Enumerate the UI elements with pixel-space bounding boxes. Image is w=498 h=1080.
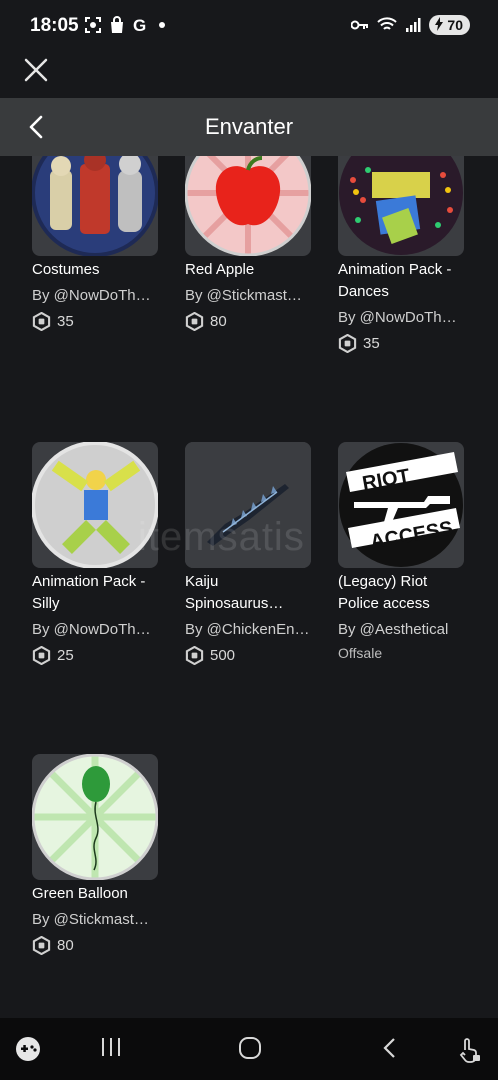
page-title: Envanter bbox=[204, 114, 294, 139]
item-name: Animation Pack - Dances bbox=[338, 261, 452, 300]
robux-icon bbox=[32, 312, 51, 331]
costumes-image bbox=[32, 156, 158, 256]
item-thumbnail bbox=[32, 754, 158, 880]
item-creator[interactable]: By @Aesthetical bbox=[338, 619, 478, 641]
robux-icon bbox=[32, 936, 51, 955]
item-creator[interactable]: By @ChickenEn… bbox=[185, 619, 325, 641]
robux-icon bbox=[185, 312, 204, 331]
offsale-label: Offsale bbox=[338, 645, 383, 661]
item-price: 35 bbox=[363, 335, 380, 352]
item-name: Kaiju Spinosaurus… bbox=[185, 573, 284, 612]
item-price: 35 bbox=[57, 313, 74, 330]
inventory-grid: Costumes By @NowDoTh… 35 Red Apple By @S… bbox=[0, 156, 498, 1016]
item-creator[interactable]: By @Stickmast… bbox=[185, 285, 325, 307]
recent-apps-icon bbox=[102, 1038, 120, 1056]
svg-text:G: G bbox=[133, 16, 146, 34]
dances-image bbox=[339, 156, 463, 255]
item-name: Green Balloon bbox=[32, 885, 128, 902]
item-price: 500 bbox=[210, 647, 236, 664]
inventory-item[interactable]: RIOT ACCESS (Legacy) Riot Police access … bbox=[338, 442, 478, 661]
battery-indicator: 70 bbox=[429, 15, 470, 35]
screenshot-icon bbox=[85, 17, 101, 33]
green-balloon-image bbox=[32, 754, 158, 880]
item-price: 80 bbox=[210, 313, 227, 330]
signal-icon bbox=[406, 18, 421, 32]
google-icon: G bbox=[133, 16, 146, 34]
nav-back-button[interactable] bbox=[380, 1036, 400, 1065]
robux-icon bbox=[185, 646, 204, 665]
gamepad-icon bbox=[16, 1037, 40, 1061]
notification-icons: G bbox=[84, 16, 167, 34]
system-nav-bar bbox=[0, 1018, 498, 1080]
dot-icon bbox=[159, 22, 165, 28]
item-name: Red Apple bbox=[185, 261, 255, 278]
accessibility-button[interactable] bbox=[456, 1036, 482, 1069]
item-thumbnail: RIOT ACCESS bbox=[338, 442, 464, 568]
status-bar: 18:05 G 70 bbox=[0, 0, 498, 52]
robux-icon bbox=[338, 334, 357, 353]
item-creator[interactable]: By @NowDoTh… bbox=[32, 285, 172, 307]
inventory-item[interactable]: Red Apple By @Stickmast… 80 bbox=[185, 156, 325, 331]
price-row: 500 bbox=[185, 646, 325, 665]
item-price: 80 bbox=[57, 937, 74, 954]
watermark: itemsatis bbox=[138, 515, 305, 559]
game-launcher-button[interactable] bbox=[14, 1036, 42, 1067]
item-name: Animation Pack - Silly bbox=[32, 573, 146, 612]
home-button[interactable] bbox=[238, 1036, 262, 1065]
item-name: (Legacy) Riot Police access bbox=[338, 573, 430, 612]
item-price: 25 bbox=[57, 647, 74, 664]
price-row: 80 bbox=[185, 312, 325, 331]
charging-icon bbox=[435, 17, 444, 31]
key-icon bbox=[351, 20, 369, 30]
back-icon bbox=[383, 1038, 395, 1058]
item-thumbnail bbox=[338, 156, 464, 256]
item-creator[interactable]: By @NowDoTh… bbox=[338, 307, 478, 329]
close-icon bbox=[24, 58, 48, 82]
item-creator[interactable]: By @NowDoTh… bbox=[32, 619, 172, 641]
recent-apps-button[interactable] bbox=[100, 1036, 122, 1063]
price-row: 25 bbox=[32, 646, 172, 665]
wifi-icon bbox=[377, 17, 398, 30]
battery-level: 70 bbox=[447, 17, 463, 33]
status-time: 18:05 bbox=[30, 15, 79, 36]
riot-access-image: RIOT ACCESS bbox=[339, 443, 463, 567]
home-icon bbox=[239, 1037, 261, 1059]
red-apple-image bbox=[185, 156, 311, 256]
header-bar: Envanter bbox=[0, 98, 498, 156]
close-button[interactable] bbox=[22, 56, 50, 84]
inventory-item[interactable]: Animation Pack - Dances By @NowDoTh… 35 bbox=[338, 156, 478, 353]
accessibility-icon bbox=[459, 1038, 480, 1063]
shopping-bag-icon bbox=[111, 16, 123, 33]
inventory-item[interactable]: Green Balloon By @Stickmast… 80 bbox=[32, 754, 172, 955]
inventory-item[interactable]: Costumes By @NowDoTh… 35 bbox=[32, 156, 172, 331]
item-thumbnail bbox=[185, 156, 311, 256]
item-creator[interactable]: By @Stickmast… bbox=[32, 909, 172, 931]
item-thumbnail bbox=[32, 156, 158, 256]
robux-icon bbox=[32, 646, 51, 665]
price-row: 35 bbox=[338, 334, 478, 353]
price-row: 80 bbox=[32, 936, 172, 955]
item-name: Costumes bbox=[32, 261, 100, 278]
price-row: 35 bbox=[32, 312, 172, 331]
